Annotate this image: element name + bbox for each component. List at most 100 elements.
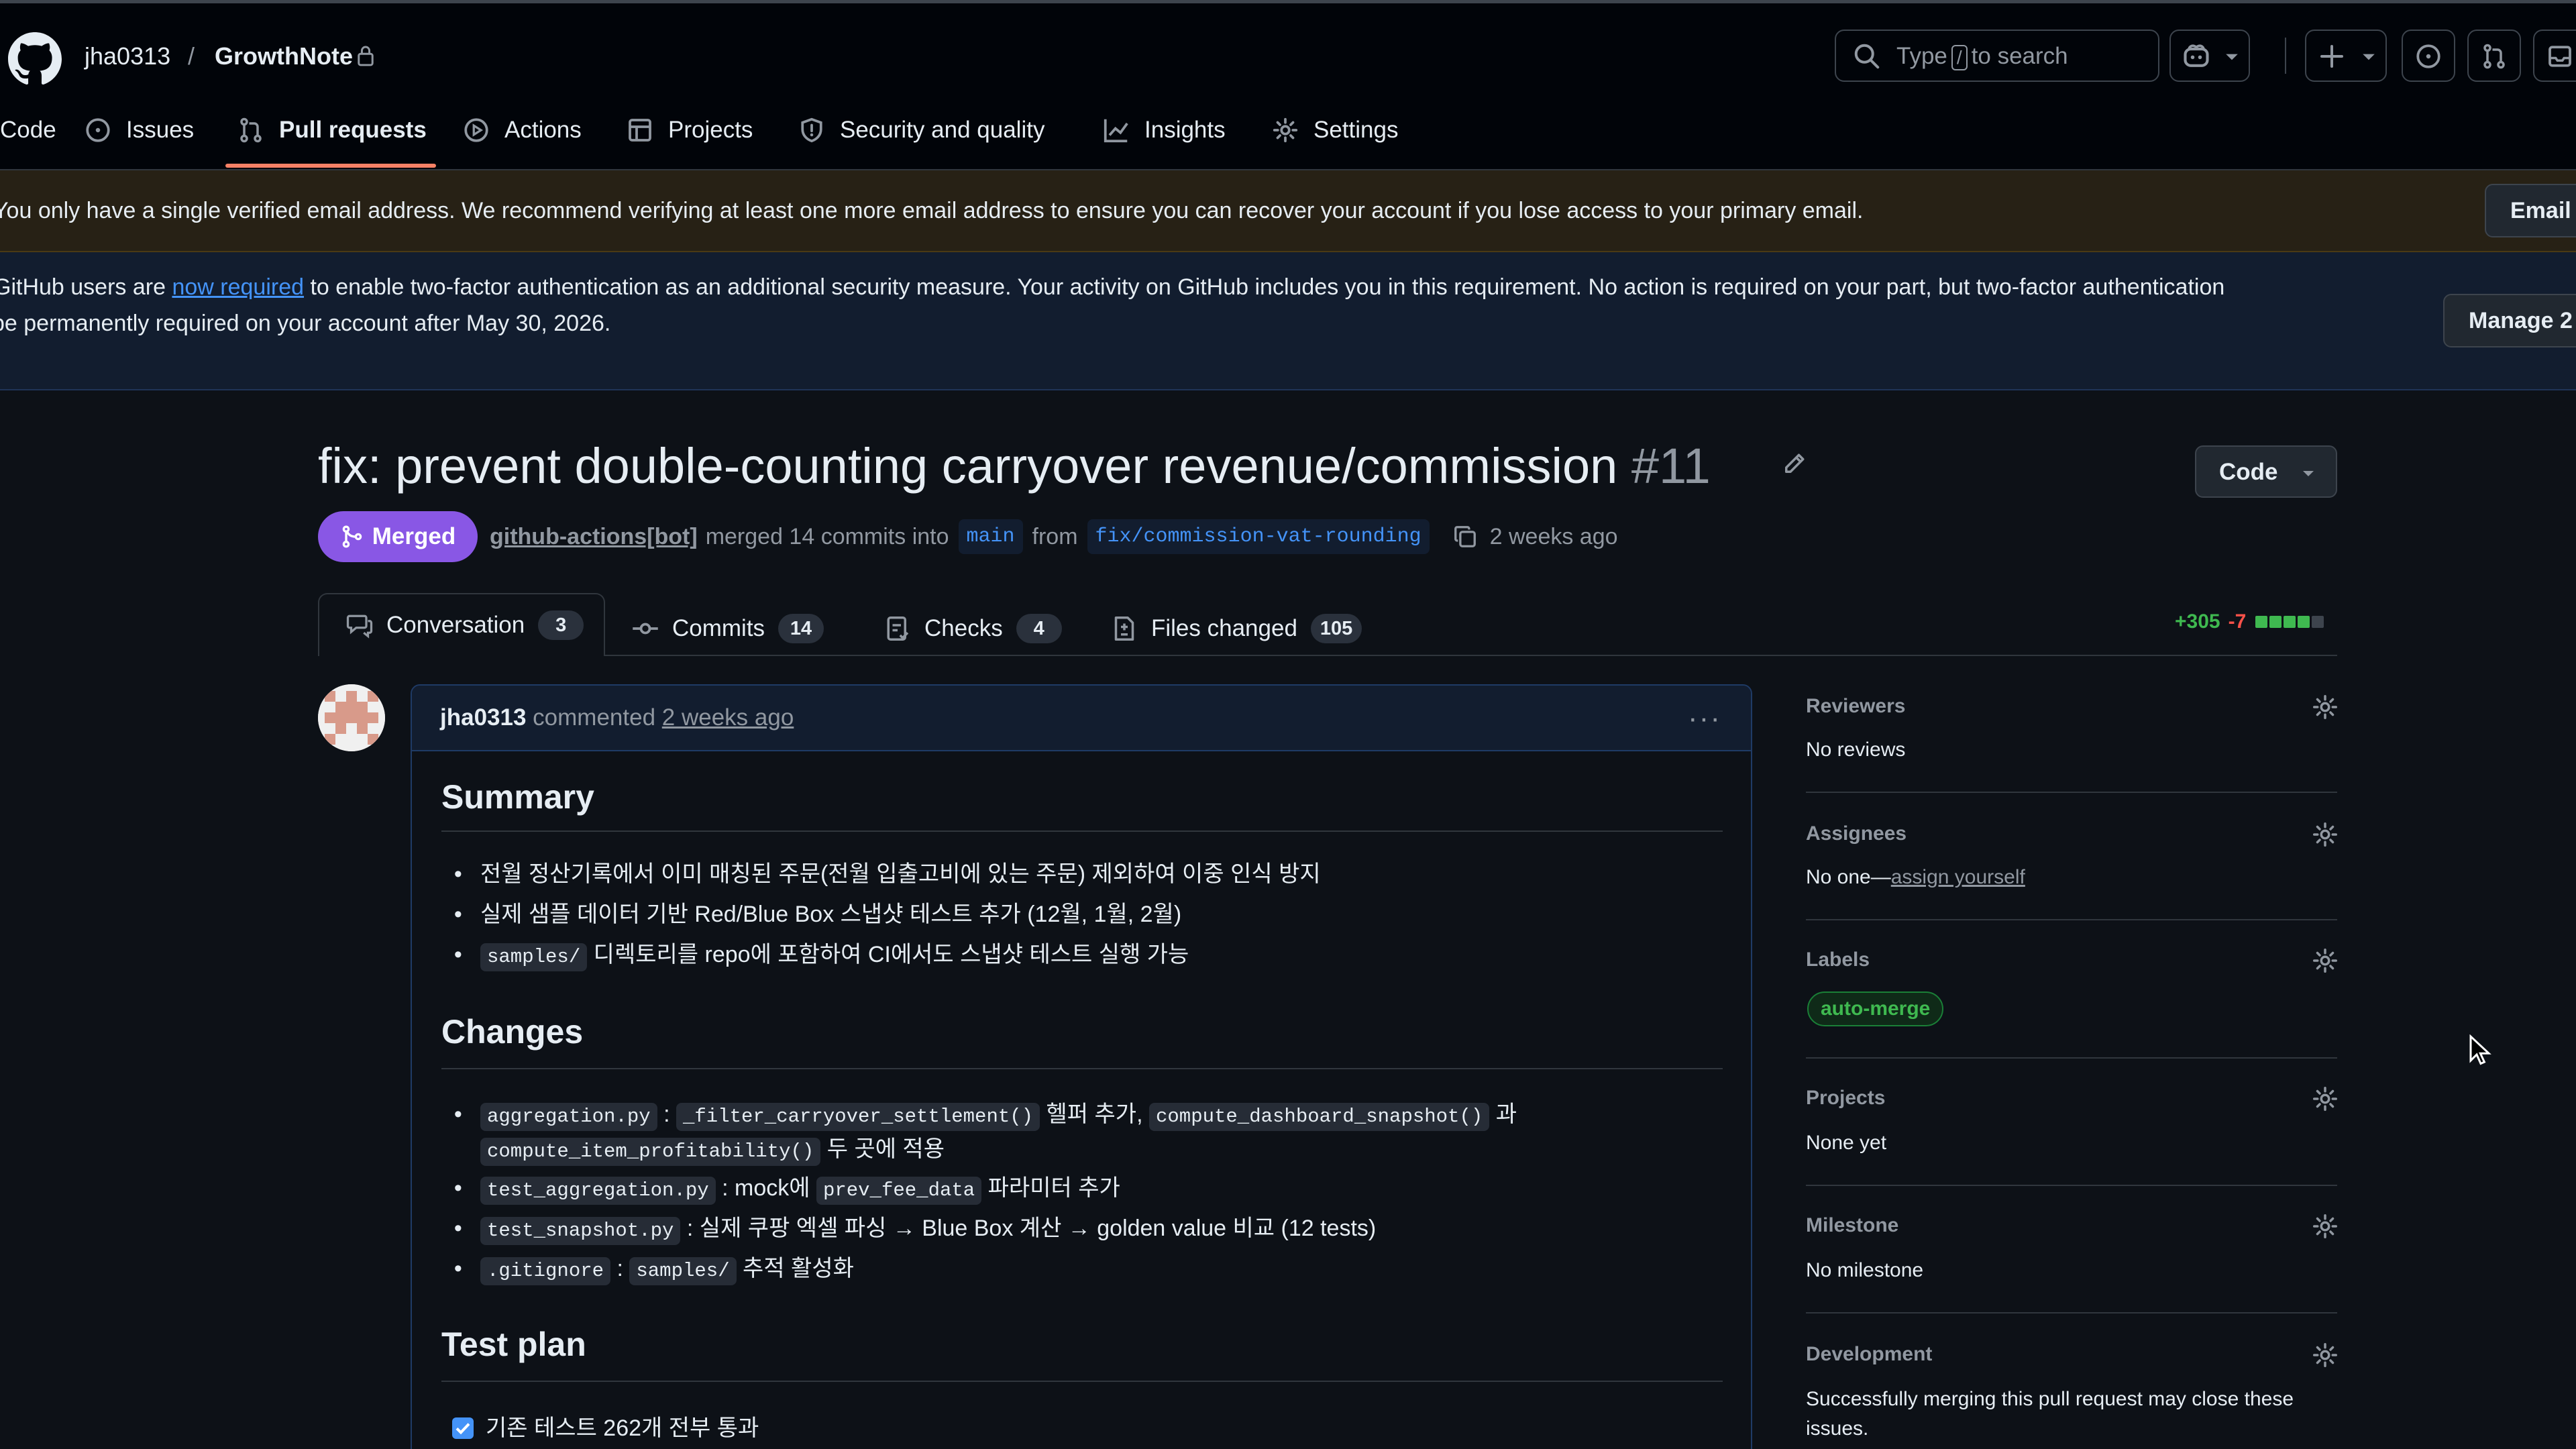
labels-title[interactable]: Labels xyxy=(1806,949,1870,971)
projects-title[interactable]: Projects xyxy=(1806,1087,1885,1110)
head-branch-label[interactable]: fix/commission-vat-rounding xyxy=(1087,519,1430,554)
reviewers-value: No reviews xyxy=(1806,739,1906,761)
heading-rule xyxy=(441,1068,1723,1069)
tab-label: Conversation xyxy=(386,612,525,638)
changes-text: 파라미터 추가 xyxy=(981,1175,1120,1201)
merge-description: merged 14 commits into xyxy=(705,524,949,549)
issue-icon xyxy=(2415,43,2442,70)
pull-requests-button[interactable] xyxy=(2467,30,2521,82)
create-new-button[interactable] xyxy=(2305,30,2387,82)
test-plan-heading: Test plan xyxy=(441,1326,586,1363)
tab-commits[interactable]: Commits 14 xyxy=(632,601,824,656)
github-logo-icon[interactable] xyxy=(8,32,62,86)
chevron-down-icon xyxy=(2301,468,2316,479)
changes-text: : xyxy=(610,1256,630,1281)
tab-counter: 4 xyxy=(1016,614,1062,643)
two-factor-text-line2: be permanently required on your account … xyxy=(0,311,611,336)
tab-files-changed[interactable]: Files changed 105 xyxy=(1111,601,1362,656)
comment-header: jha0313 commented 2 weeks ago ··· xyxy=(412,686,1751,751)
comment-time-link[interactable]: 2 weeks ago xyxy=(662,704,794,731)
search-placeholder: Type / to search xyxy=(1896,43,2068,70)
copy-icon[interactable] xyxy=(1452,524,1478,549)
milestone-title[interactable]: Milestone xyxy=(1806,1214,1898,1237)
changes-text: 두 곳에 적용 xyxy=(820,1136,945,1162)
development-text-line2: issues. xyxy=(1806,1417,1869,1440)
inline-code: .gitignore xyxy=(480,1257,611,1285)
email-settings-button[interactable]: Email s xyxy=(2485,184,2576,237)
assignees-title[interactable]: Assignees xyxy=(1806,822,1907,845)
tab-counter: 105 xyxy=(1310,614,1362,643)
kebab-menu-icon[interactable]: ··· xyxy=(1688,702,1721,735)
avatar[interactable] xyxy=(318,684,385,751)
comment-author-link[interactable]: jha0313 xyxy=(440,704,526,731)
from-text: from xyxy=(1032,524,1078,549)
assignees-gear-icon[interactable] xyxy=(2312,821,2339,848)
inbox-icon xyxy=(2546,43,2573,70)
changes-item-3: • test_snapshot.py : 실제 쿠팡 엑셀 파싱 → Blue B… xyxy=(441,1212,1376,1245)
merge-time: 2 weeks ago xyxy=(1489,524,1618,549)
changes-text: : xyxy=(657,1102,676,1127)
repo-nav-insights[interactable]: Insights xyxy=(1103,115,1226,145)
repo-nav-settings[interactable]: Settings xyxy=(1272,115,1398,145)
tab-checks[interactable]: Checks 4 xyxy=(884,601,1062,656)
pr-title-text: fix: prevent double-counting carryover r… xyxy=(318,438,1618,494)
diffstat-block-added xyxy=(2284,616,2296,628)
search-icon xyxy=(1854,43,1880,70)
repo-nav-label: Security and quality xyxy=(840,117,1045,143)
search-shortcut-key: / xyxy=(1951,45,1968,70)
pr-description-comment: jha0313 commented 2 weeks ago ··· Summar… xyxy=(411,684,1752,1449)
sidebar-divider xyxy=(1806,1185,2337,1186)
summary-item-text: 실제 샘플 데이터 기반 Red/Blue Box 스냅샷 테스트 추가 (12… xyxy=(480,902,1182,927)
changes-item-4: • .gitignore : samples/ 추적 활성화 xyxy=(441,1252,854,1285)
code-dropdown-button[interactable]: Code xyxy=(2195,445,2337,498)
tab-counter: 14 xyxy=(778,614,824,643)
changes-heading: Changes xyxy=(441,1013,584,1051)
breadcrumb-repo[interactable]: GrowthNote xyxy=(215,42,353,71)
two-factor-banner: GitHub users are now required to enable … xyxy=(0,252,2576,390)
diffstat: +305 -7 xyxy=(2175,610,2326,633)
comment-header-text: jha0313 commented 2 weeks ago xyxy=(440,703,794,733)
repo-nav-projects[interactable]: Projects xyxy=(627,115,753,145)
assign-yourself-link[interactable]: assign yourself xyxy=(1891,866,2025,888)
tab-conversation[interactable]: Conversation 3 xyxy=(318,593,605,656)
projects-gear-icon[interactable] xyxy=(2312,1085,2339,1112)
assignees-value: No one—assign yourself xyxy=(1806,863,2025,892)
repo-nav-code[interactable]: Code xyxy=(0,115,56,145)
breadcrumb-owner[interactable]: jha0313 xyxy=(85,42,170,71)
global-header: jha0313 / GrowthNote Type / to search Co… xyxy=(0,0,2576,170)
label-auto-merge[interactable]: auto-merge xyxy=(1807,991,1944,1026)
development-title[interactable]: Development xyxy=(1806,1343,1932,1366)
table-icon xyxy=(627,117,668,144)
development-gear-icon[interactable] xyxy=(2312,1342,2339,1368)
lock-icon xyxy=(357,44,374,67)
issues-button[interactable] xyxy=(2402,30,2455,82)
repo-nav-pull-requests[interactable]: Pull requests xyxy=(237,115,427,145)
inline-code: samples/ xyxy=(629,1257,737,1285)
test-plan-item-1: 기존 테스트 262개 전부 통과 xyxy=(452,1411,759,1445)
tab-label: Checks xyxy=(924,615,1003,641)
checkbox-checked-icon[interactable] xyxy=(452,1417,474,1439)
milestone-gear-icon[interactable] xyxy=(2312,1213,2339,1240)
inline-code: test_snapshot.py xyxy=(480,1217,681,1245)
assignees-none-text: No one— xyxy=(1806,866,1891,888)
now-required-link[interactable]: now required xyxy=(172,274,304,300)
repo-nav-actions[interactable]: Actions xyxy=(463,115,582,145)
inline-code: samples/ xyxy=(480,943,588,971)
changes-text: 추적 활성화 xyxy=(736,1256,854,1281)
additions-count: +305 xyxy=(2175,610,2220,633)
edit-title-icon[interactable] xyxy=(1780,451,1807,478)
copilot-button[interactable] xyxy=(2169,30,2250,82)
base-branch-label[interactable]: main xyxy=(958,519,1023,554)
pull-request-icon xyxy=(237,117,279,144)
two-factor-text-suffix: to enable two-factor authentication as a… xyxy=(304,274,2225,300)
reviewers-gear-icon[interactable] xyxy=(2312,694,2339,720)
reviewers-title[interactable]: Reviewers xyxy=(1806,695,1905,718)
labels-gear-icon[interactable] xyxy=(2312,947,2339,974)
merge-author-link[interactable]: github-actions[bot] xyxy=(490,521,698,553)
repo-nav-security[interactable]: Security and quality xyxy=(798,115,1044,145)
merged-state-label: Merged xyxy=(372,523,456,549)
manage-2fa-button[interactable]: Manage 2 xyxy=(2443,294,2576,347)
repo-nav-issues[interactable]: Issues xyxy=(85,115,194,145)
search-input[interactable]: Type / to search xyxy=(1835,30,2159,82)
inbox-button[interactable] xyxy=(2533,30,2576,82)
